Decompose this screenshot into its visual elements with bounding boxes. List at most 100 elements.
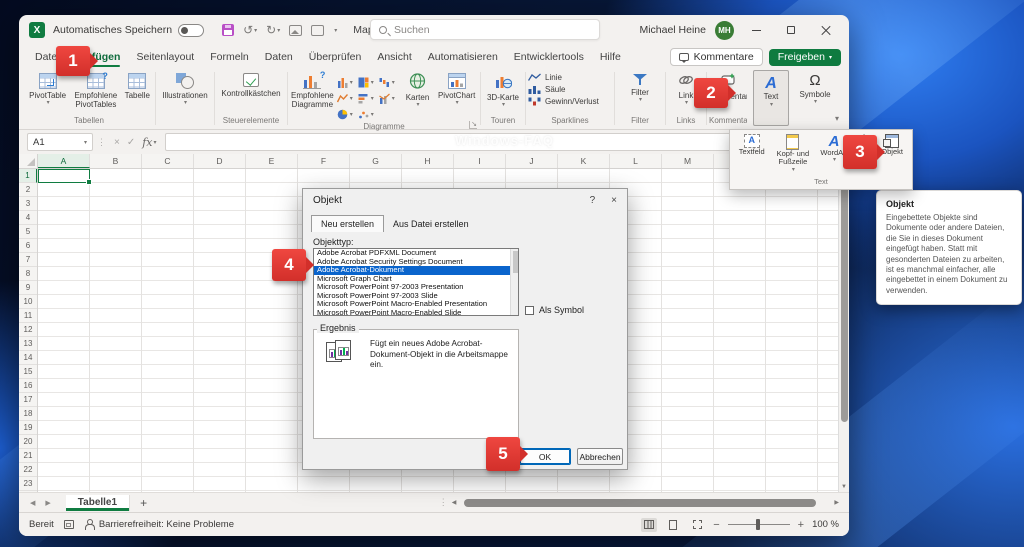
column-header-C[interactable]: C bbox=[142, 154, 194, 168]
table-button[interactable]: Tabelle bbox=[122, 72, 154, 101]
sheet-next-icon[interactable]: ▶ bbox=[40, 499, 55, 507]
maps-button[interactable]: Karten bbox=[402, 72, 434, 110]
picture-icon[interactable] bbox=[289, 24, 303, 36]
line-chart-icon[interactable] bbox=[336, 91, 358, 106]
textbox-menu-item[interactable]: A Textfeld bbox=[734, 134, 769, 156]
tab-ansicht[interactable]: Ansicht bbox=[369, 47, 419, 68]
redo-icon[interactable]: ↻ bbox=[266, 23, 280, 37]
normal-view-button[interactable] bbox=[641, 517, 658, 532]
row-header-13[interactable]: 13 bbox=[19, 337, 37, 351]
zoom-level[interactable]: 100 % bbox=[812, 519, 839, 530]
scroll-left-icon[interactable]: ◀ bbox=[452, 499, 457, 506]
accessibility-status[interactable]: Barrierefreiheit: Keine Probleme bbox=[84, 519, 234, 530]
collapse-ribbon-icon[interactable]: ▾ bbox=[835, 114, 839, 123]
zoom-slider[interactable] bbox=[727, 519, 790, 531]
list-scroll-thumb[interactable] bbox=[512, 251, 518, 273]
customize-qat-icon[interactable] bbox=[333, 23, 337, 37]
sparkline-column-button[interactable]: Säule bbox=[528, 85, 612, 94]
row-header-7[interactable]: 7 bbox=[19, 253, 37, 267]
comments-button[interactable]: Kommentare bbox=[669, 48, 763, 66]
row-header-12[interactable]: 12 bbox=[19, 323, 37, 337]
row-header-19[interactable]: 19 bbox=[19, 421, 37, 435]
column-header-K[interactable]: K bbox=[558, 154, 610, 168]
row-header-8[interactable]: 8 bbox=[19, 267, 37, 281]
column-header-M[interactable]: M bbox=[662, 154, 714, 168]
macro-record-icon[interactable] bbox=[63, 520, 74, 529]
row-header-9[interactable]: 9 bbox=[19, 281, 37, 295]
row-header-21[interactable]: 21 bbox=[19, 449, 37, 463]
maximize-button[interactable] bbox=[778, 19, 804, 41]
row-header-22[interactable]: 22 bbox=[19, 463, 37, 477]
row-header-3[interactable]: 3 bbox=[19, 197, 37, 211]
zoom-out-button[interactable]: − bbox=[713, 519, 719, 531]
tab-neu-erstellen[interactable]: Neu erstellen bbox=[311, 215, 385, 232]
column-header-G[interactable]: G bbox=[350, 154, 402, 168]
row-header-4[interactable]: 4 bbox=[19, 211, 37, 225]
object-type-item[interactable]: Microsoft PowerPoint Macro-Enabled Slide bbox=[314, 308, 518, 315]
scroll-down-icon[interactable]: ▼ bbox=[841, 484, 847, 490]
avatar[interactable]: MH bbox=[715, 20, 734, 40]
recommended-pivottables-button[interactable]: Empfohlene PivotTables bbox=[71, 71, 120, 110]
as-icon-checkbox[interactable] bbox=[525, 305, 534, 315]
tab-entwicklertools[interactable]: Entwicklertools bbox=[506, 47, 592, 68]
autosave-toggle[interactable] bbox=[178, 23, 205, 37]
minimize-button[interactable] bbox=[743, 19, 769, 41]
row-header-18[interactable]: 18 bbox=[19, 407, 37, 421]
user-name[interactable]: Michael Heine bbox=[639, 24, 706, 36]
list-scrollbar[interactable] bbox=[510, 249, 518, 315]
cancel-entry-icon[interactable]: × bbox=[114, 137, 120, 148]
column-header-F[interactable]: F bbox=[298, 154, 350, 168]
horizontal-scrollbar[interactable]: ⋮ ◀ ▶ bbox=[439, 497, 843, 508]
row-header-14[interactable]: 14 bbox=[19, 351, 37, 365]
scroll-right-icon[interactable]: ▶ bbox=[834, 499, 839, 506]
sparkline-winloss-button[interactable]: Gewinn/Verlust bbox=[528, 97, 612, 106]
save-icon[interactable] bbox=[222, 24, 235, 36]
column-header-J[interactable]: J bbox=[506, 154, 558, 168]
page-break-view-button[interactable] bbox=[689, 518, 705, 532]
zoom-slider-thumb[interactable] bbox=[756, 519, 761, 531]
symbols-button[interactable]: Ω Symbole bbox=[793, 72, 837, 107]
column-header-I[interactable]: I bbox=[454, 154, 506, 168]
row-header-6[interactable]: 6 bbox=[19, 239, 37, 253]
recommended-charts-button[interactable]: Empfohlene Diagramme bbox=[290, 70, 335, 110]
selected-cell-a1[interactable] bbox=[38, 169, 92, 185]
sheet-tab-tabelle1[interactable]: Tabelle1 bbox=[65, 494, 131, 511]
column-header-A[interactable]: A bbox=[38, 154, 90, 168]
3d-map-button[interactable]: 3D-Karte bbox=[484, 72, 522, 110]
object-type-list[interactable]: Adobe Acrobat PDFXML Document Adobe Acrob… bbox=[313, 248, 519, 316]
row-header-5[interactable]: 5 bbox=[19, 225, 37, 239]
folder-icon[interactable] bbox=[311, 24, 325, 36]
row-header-15[interactable]: 15 bbox=[19, 365, 37, 379]
column-header-L[interactable]: L bbox=[610, 154, 662, 168]
text-menu-button[interactable]: A Text bbox=[753, 70, 789, 126]
column-header-D[interactable]: D bbox=[194, 154, 246, 168]
page-layout-view-button[interactable] bbox=[665, 518, 681, 532]
row-header-20[interactable]: 20 bbox=[19, 435, 37, 449]
combo-chart-icon[interactable] bbox=[378, 91, 400, 106]
pivottable-button[interactable]: PivotTable bbox=[25, 72, 70, 108]
search-box[interactable]: Suchen bbox=[370, 19, 600, 40]
bar-chart-icon[interactable] bbox=[358, 91, 379, 106]
tab-daten[interactable]: Daten bbox=[257, 47, 301, 68]
diagramme-dialog-launcher-icon[interactable]: ↘ bbox=[469, 121, 477, 129]
tab-überprüfen[interactable]: Überprüfen bbox=[301, 47, 370, 68]
name-box[interactable]: A1 ▾ bbox=[27, 133, 93, 151]
zoom-in-button[interactable]: + bbox=[798, 519, 804, 531]
row-header-16[interactable]: 16 bbox=[19, 379, 37, 393]
cancel-button[interactable]: Abbrechen bbox=[577, 448, 623, 465]
sheet-prev-icon[interactable]: ◀ bbox=[25, 499, 40, 507]
header-footer-menu-item[interactable]: Kopf- und Fußzeile bbox=[771, 134, 814, 173]
scatter-chart-icon[interactable] bbox=[358, 107, 379, 122]
row-header-2[interactable]: 2 bbox=[19, 183, 37, 197]
tab-hilfe[interactable]: Hilfe bbox=[592, 47, 629, 68]
dialog-title-bar[interactable]: Objekt ? × bbox=[303, 189, 627, 211]
tab-seitenlayout[interactable]: Seitenlayout bbox=[128, 47, 202, 68]
share-button[interactable]: Freigeben bbox=[768, 48, 841, 66]
vertical-scrollbar[interactable]: ▼ bbox=[838, 154, 849, 492]
row-header-1[interactable]: 1 bbox=[19, 169, 37, 183]
as-icon-option[interactable]: Als Symbol bbox=[525, 305, 584, 315]
column-chart-icon[interactable] bbox=[337, 75, 358, 90]
column-header-E[interactable]: E bbox=[246, 154, 298, 168]
tab-formeln[interactable]: Formeln bbox=[202, 47, 257, 68]
row-header-11[interactable]: 11 bbox=[19, 309, 37, 323]
